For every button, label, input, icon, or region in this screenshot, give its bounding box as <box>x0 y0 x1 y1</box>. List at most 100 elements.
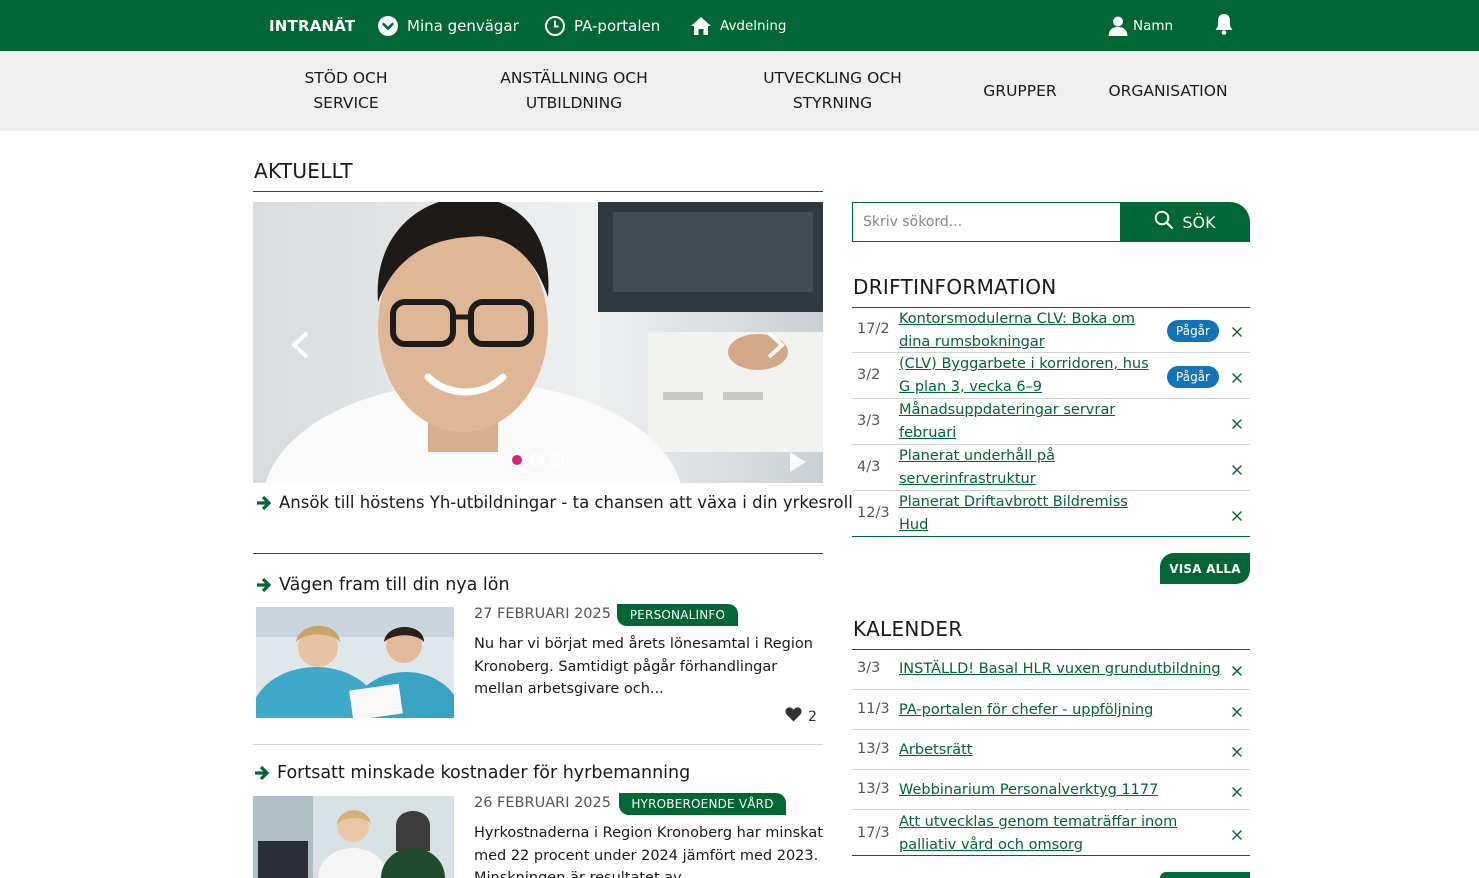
aktuellt-divider <box>253 191 823 192</box>
drift-item-2: 3/2 (CLV) Byggarbete i korridoren, hus G… <box>852 353 1250 399</box>
news-title-2: Fortsatt minskade kostnader för hyrbeman… <box>277 763 691 783</box>
kalender-item-5: 17/3 Att utvecklas genom tematräffar ino… <box>852 810 1250 856</box>
intranet-home-link[interactable]: INTRANÄT <box>269 0 355 51</box>
top-bar: INTRANÄT Mina genvägar PA-portalen Avdel… <box>0 0 1479 51</box>
drift-link[interactable]: Planerat Driftavbrott Bildremiss Hud <box>899 491 1139 536</box>
close-icon[interactable] <box>1231 507 1243 521</box>
drift-date: 17/2 <box>857 321 890 337</box>
pa-portal-link[interactable]: PA-portalen <box>544 0 660 51</box>
close-icon[interactable] <box>1231 415 1243 429</box>
carousel-dot-3[interactable] <box>550 453 564 467</box>
kalender-date: 13/3 <box>857 741 890 757</box>
nav-anstallning-och-utbildning[interactable]: ANSTÄLLNING OCH UTBILDNING <box>483 51 665 131</box>
news-tag-hyroberoende-vard[interactable]: HYROBEROENDE VÅRD <box>619 793 786 815</box>
nav-grupper[interactable]: GRUPPER <box>975 51 1065 131</box>
news-date-2: 26 FEBRUARI 2025 <box>474 795 611 811</box>
close-icon[interactable] <box>1231 703 1243 717</box>
user-menu[interactable]: Namn <box>1107 0 1173 51</box>
close-icon[interactable] <box>1231 743 1243 757</box>
chevron-circle-icon <box>377 15 399 37</box>
notifications-button[interactable] <box>1213 0 1235 51</box>
drift-date: 4/3 <box>857 459 881 475</box>
drift-item-3: 3/3 Månadsuppdateringar servrar februari <box>852 399 1250 445</box>
drift-item-4: 4/3 Planerat underhåll på serverinfrastr… <box>852 445 1250 491</box>
kalender-link[interactable]: Webbinarium Personalverktyg 1177 <box>899 779 1219 802</box>
carousel-indicators <box>510 453 564 467</box>
carousel-play-button[interactable] <box>788 450 808 478</box>
news-excerpt-1: Nu har vi börjat med årets lönesamtal i … <box>474 636 813 697</box>
close-icon[interactable] <box>1231 323 1243 337</box>
clock-icon <box>544 15 566 37</box>
bell-icon <box>1213 12 1235 40</box>
drift-heading: DRIFTINFORMATION <box>853 275 1057 299</box>
carousel-dot-1[interactable] <box>510 453 524 467</box>
search-button[interactable]: SÖK <box>1120 202 1250 242</box>
nav-stod-och-service[interactable]: STÖD OCH SERVICE <box>286 51 406 131</box>
search-button-label: SÖK <box>1182 212 1216 232</box>
news-likes-1[interactable]: 2 <box>785 707 817 726</box>
drift-date: 3/2 <box>857 367 881 383</box>
home-icon <box>690 15 712 37</box>
main-navigation: STÖD OCH SERVICE ANSTÄLLNING OCH UTBILDN… <box>0 51 1479 131</box>
news-tag-personalinfo[interactable]: PERSONALINFO <box>617 604 738 626</box>
drift-link[interactable]: Planerat underhåll på serverinfrastruktu… <box>899 445 1099 490</box>
drift-date: 3/3 <box>857 413 881 429</box>
carousel-dot-2[interactable] <box>530 453 544 467</box>
nav-organisation[interactable]: ORGANISATION <box>1100 51 1236 131</box>
kalender-date: 17/3 <box>857 825 890 841</box>
kalender-date: 13/3 <box>857 781 890 797</box>
shortcuts-label: Mina genvägar <box>407 16 519 35</box>
nav-utveckling-och-styrning[interactable]: UTVECKLING OCH STYRNING <box>750 51 915 131</box>
department-link[interactable]: Avdelning <box>690 0 787 51</box>
news-thumbnail-1[interactable] <box>256 607 454 718</box>
drift-date: 12/3 <box>857 505 890 521</box>
news-title-link-2[interactable]: Fortsatt minskade kostnader för hyrbeman… <box>253 763 690 783</box>
carousel-next-button[interactable] <box>765 330 787 364</box>
arrow-right-icon <box>255 576 273 594</box>
kalender-link[interactable]: Arbetsrätt <box>899 739 1219 762</box>
likes-count-1: 2 <box>808 708 817 725</box>
user-name: Namn <box>1133 17 1174 34</box>
shortcuts-menu[interactable]: Mina genvägar <box>377 0 519 51</box>
drift-item-1: 17/2 Kontorsmodulerna CLV: Boka om dina … <box>852 308 1250 353</box>
carousel-caption-link[interactable]: Ansök till höstens Yh-utbildningar - ta … <box>255 493 853 512</box>
carousel-prev-button[interactable] <box>289 330 311 364</box>
kalender-date: 11/3 <box>857 701 890 717</box>
kalender-item-1: 3/3 INSTÄLLD! Basal HLR vuxen grundutbil… <box>852 650 1250 690</box>
pa-portal-label: PA-portalen <box>574 16 661 35</box>
kalender-item-2: 11/3 PA-portalen för chefer - uppföljnin… <box>852 690 1250 730</box>
user-icon <box>1107 15 1129 37</box>
close-icon[interactable] <box>1231 369 1243 383</box>
news-date-1: 27 FEBRUARI 2025 <box>474 606 611 622</box>
drift-item-5: 12/3 Planerat Driftavbrott Bildremiss Hu… <box>852 491 1250 537</box>
kalender-item-4: 13/3 Webbinarium Personalverktyg 1177 <box>852 770 1250 810</box>
news-divider <box>253 553 823 554</box>
news-title-link-1[interactable]: Vägen fram till din nya lön <box>255 575 510 595</box>
status-badge: Pågår <box>1167 320 1219 342</box>
close-icon[interactable] <box>1231 662 1243 676</box>
kalender-link[interactable]: Att utvecklas genom tematräffar inom pal… <box>899 811 1199 856</box>
news-carousel[interactable] <box>253 202 823 483</box>
search-input[interactable] <box>852 202 1122 242</box>
kalender-date: 3/3 <box>857 660 881 676</box>
close-icon[interactable] <box>1231 461 1243 475</box>
close-icon[interactable] <box>1231 826 1243 840</box>
kalender-heading: KALENDER <box>853 617 963 641</box>
kalender-item-3: 13/3 Arbetsrätt <box>852 730 1250 770</box>
news-thumbnail-2[interactable] <box>253 796 454 878</box>
news-separator <box>253 744 823 745</box>
arrow-right-icon <box>255 494 273 512</box>
drift-link[interactable]: Kontorsmodulerna CLV: Boka om dina rumsb… <box>899 308 1154 353</box>
heart-icon <box>785 707 802 726</box>
drift-link[interactable]: Månadsuppdateringar servrar februari <box>899 399 1154 444</box>
carousel-caption-text: Ansök till höstens Yh-utbildningar - ta … <box>279 493 853 512</box>
news-excerpt-2: Hyrkostnaderna i Region Kronoberg har mi… <box>474 825 823 878</box>
aktuellt-heading: AKTUELLT <box>254 159 353 183</box>
kalender-link[interactable]: INSTÄLLD! Basal HLR vuxen grundutbildnin… <box>899 658 1221 681</box>
close-icon[interactable] <box>1231 783 1243 797</box>
drift-link[interactable]: (CLV) Byggarbete i korridoren, hus G pla… <box>899 353 1154 398</box>
kalender-show-all-button[interactable] <box>1160 872 1250 878</box>
kalender-link[interactable]: PA-portalen för chefer - uppföljning <box>899 699 1219 722</box>
arrow-right-icon <box>253 764 271 782</box>
drift-show-all-button[interactable]: VISA ALLA <box>1160 553 1250 584</box>
